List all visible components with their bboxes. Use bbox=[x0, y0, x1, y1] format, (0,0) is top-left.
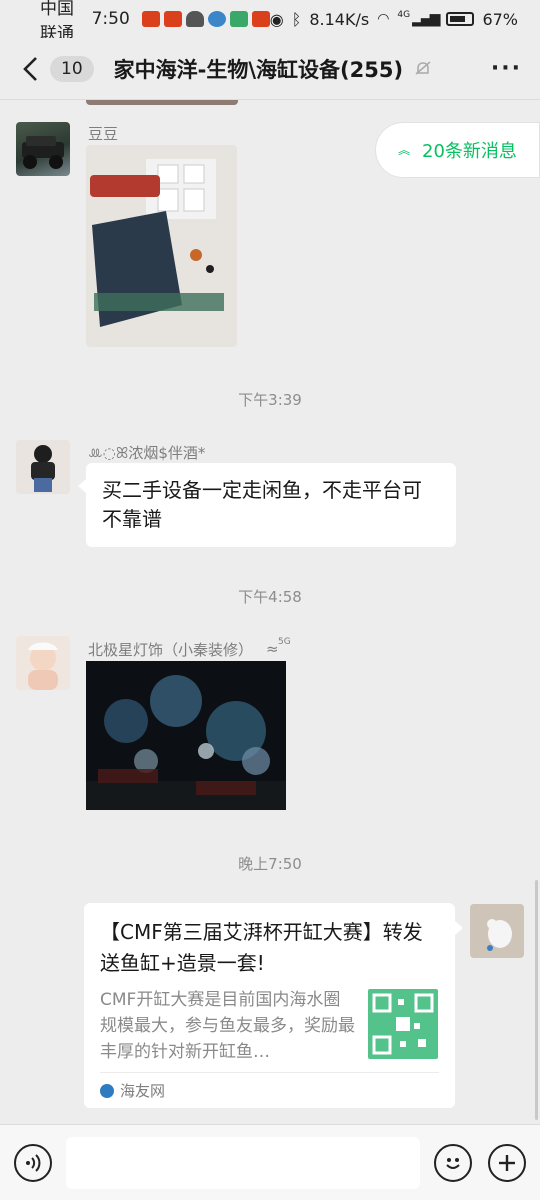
chat-title: 家中海洋-生物\海缸设备(255) bbox=[113, 57, 404, 82]
app-notification-icon bbox=[141, 11, 160, 27]
aquarium-photo bbox=[86, 661, 286, 810]
scrollbar[interactable] bbox=[535, 880, 538, 1120]
signal-icon: ▂▄▆ bbox=[412, 11, 440, 27]
app-notification-icon bbox=[229, 11, 248, 27]
emoji-button[interactable] bbox=[434, 1143, 472, 1182]
app-notification-icon bbox=[251, 11, 270, 27]
avatar[interactable] bbox=[16, 636, 70, 690]
qr-code-thumbnail bbox=[368, 989, 438, 1059]
app-notification-icon bbox=[163, 11, 182, 27]
previous-image-edge bbox=[86, 100, 238, 105]
message-list[interactable]: 豆豆 ︽ 20条新消息 下午3:39 ꔛ◌ꕤ浓烟$伴酒* 买二手设备一定走闲鱼，… bbox=[0, 100, 540, 1124]
wifi-signal-icon: ≈ bbox=[266, 640, 279, 658]
battery-icon bbox=[446, 12, 475, 26]
source-logo-icon bbox=[100, 1083, 114, 1098]
sender-name: 豆豆 bbox=[88, 125, 119, 143]
card-source: 海友网 bbox=[100, 1072, 439, 1108]
battery-percent: 67% bbox=[482, 9, 518, 29]
card-source-name: 海友网 bbox=[120, 1082, 166, 1100]
timestamp: 晚上7:50 bbox=[238, 855, 302, 873]
new-messages-button[interactable]: ︽ 20条新消息 bbox=[375, 122, 540, 178]
net-speed: 8.14K/s bbox=[309, 9, 370, 29]
plus-icon bbox=[499, 1154, 515, 1171]
my-avatar[interactable] bbox=[470, 904, 524, 958]
shield-icon bbox=[185, 11, 204, 27]
link-card-message[interactable]: 【CMF第三届艾湃杯开缸大赛】转发送鱼缸+造景一套! CMF开缸大赛是目前国内海… bbox=[84, 903, 463, 1108]
notification-icons bbox=[141, 11, 270, 27]
timestamp: 下午4:58 bbox=[238, 588, 302, 606]
more-functions-button[interactable] bbox=[488, 1143, 526, 1182]
image-message[interactable] bbox=[86, 661, 286, 810]
mute-bell-icon bbox=[415, 60, 431, 75]
message-text: 买二手设备一定走闲鱼，不走平台可不靠谱 bbox=[102, 478, 422, 531]
voice-icon bbox=[26, 1153, 41, 1172]
image-message[interactable] bbox=[86, 145, 237, 347]
sender-suffix: 5G bbox=[278, 637, 291, 647]
qr-code-icon bbox=[372, 993, 434, 1055]
avatar-bear-image bbox=[470, 904, 524, 958]
double-up-arrow-icon: ︽ bbox=[398, 143, 411, 157]
card-description: CMF开缸大赛是目前国内海水圈规模最大，参与鱼友最多，奖励最丰厚的针对新开缸鱼… bbox=[100, 990, 355, 1062]
new-messages-label: 20条新消息 bbox=[422, 141, 517, 162]
wifi-icon: ◠ bbox=[377, 11, 390, 27]
avatar[interactable] bbox=[16, 440, 70, 494]
back-button[interactable] bbox=[18, 49, 44, 89]
status-bar: 中国联通 7:50 ◉ ᛒ 8.14K/s ◠ 4G ▂▄▆ 67% bbox=[0, 0, 540, 44]
unread-count-badge[interactable]: 10 bbox=[50, 55, 94, 82]
text-message-bubble[interactable]: 买二手设备一定走闲鱼，不走平台可不靠谱 bbox=[78, 463, 456, 547]
bluetooth-icon: ᛒ bbox=[291, 9, 302, 29]
eye-icon: ◉ bbox=[269, 9, 284, 29]
chat-header: 10 家中海洋-生物\海缸设备(255) ··· bbox=[0, 38, 540, 100]
chevron-left-icon bbox=[23, 56, 37, 81]
product-photo bbox=[86, 145, 237, 347]
input-bar bbox=[0, 1124, 540, 1200]
smiley-icon bbox=[446, 1157, 460, 1169]
avatar-baby-image bbox=[16, 636, 70, 690]
clock: 7:50 bbox=[91, 9, 130, 29]
avatar-person-image bbox=[16, 440, 70, 494]
card-title: 【CMF第三届艾湃杯开缸大赛】转发送鱼缸+造景一套! bbox=[100, 920, 423, 975]
avatar[interactable] bbox=[16, 122, 70, 176]
app-notification-icon bbox=[207, 11, 226, 27]
sender-name: ꔛ◌ꕤ浓烟$伴酒* bbox=[88, 444, 206, 462]
message-input[interactable] bbox=[66, 1136, 420, 1189]
voice-button[interactable] bbox=[14, 1143, 52, 1182]
more-options-button[interactable]: ··· bbox=[491, 56, 522, 81]
timestamp: 下午3:39 bbox=[238, 391, 302, 409]
avatar-jeep-image bbox=[22, 136, 64, 169]
signal-label: 4G bbox=[397, 10, 411, 20]
sender-name: 北极星灯饰（小秦装修） bbox=[88, 641, 254, 659]
